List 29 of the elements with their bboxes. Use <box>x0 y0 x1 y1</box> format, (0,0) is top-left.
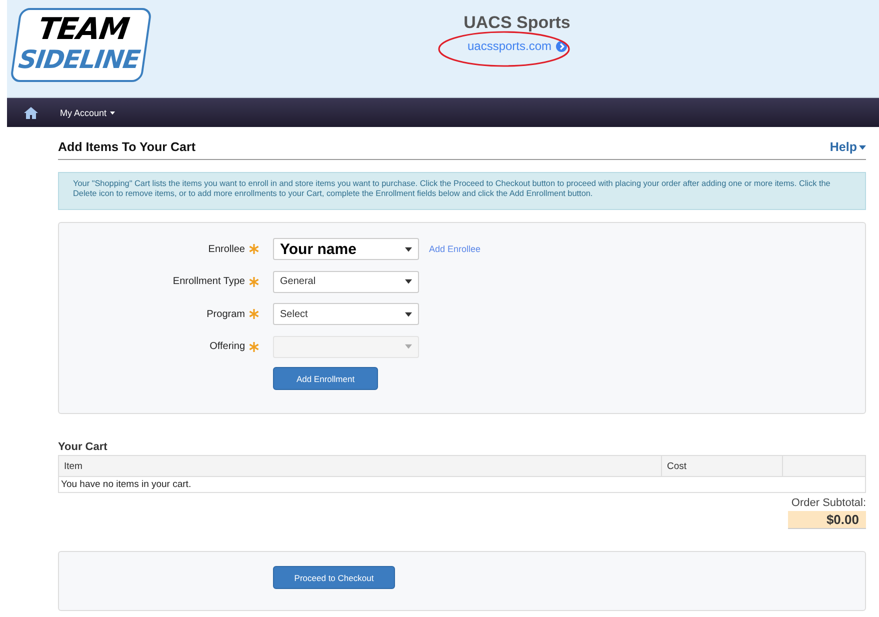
caret-icon <box>405 246 412 252</box>
page-title: Add Items To Your Cart <box>58 140 196 154</box>
info-message: Your "Shopping" Cart lists the items you want to enroll in and store items you want to purchase. Click the Proceed to Checkout button to proceed with placing your order after adding one or more items. Click the Delete icon to remove items, or to add more enrollments to your Cart, complete the Enrollment fields below and click the Add Enrollment button. <box>58 172 866 210</box>
field-label: Offering <box>210 341 246 352</box>
column-header: Cost <box>662 456 782 476</box>
field-label: Enrollment Type <box>172 276 246 288</box>
subtotal-label: Order Subtotal: <box>791 497 866 509</box>
column-header: Item <box>58 456 662 476</box>
help-menu[interactable]: Help <box>830 140 866 154</box>
caret-icon <box>859 144 866 150</box>
caret-icon <box>405 279 412 284</box>
add-enrollee-link[interactable]: Add Enrollee <box>429 244 865 254</box>
add-enrollment-button[interactable]: Add Enrollment <box>273 367 378 390</box>
subtotal-amount: $0.00 <box>788 511 866 529</box>
caret-icon <box>405 312 412 317</box>
dropdown-field[interactable]: Select <box>273 303 419 326</box>
dropdown-field[interactable]: Your name <box>273 238 419 260</box>
organization-name: UACS Sports <box>462 13 572 33</box>
home-icon[interactable] <box>24 106 38 118</box>
caret-icon <box>405 344 412 350</box>
account-menu[interactable]: My Account <box>60 108 115 118</box>
cart-title: Your Cart <box>58 441 108 453</box>
field-label: Enrollee <box>208 244 246 255</box>
logo: TEAM SIDELINE <box>10 8 152 82</box>
dropdown-field[interactable]: General <box>273 270 419 293</box>
arrow-circle-icon <box>556 40 567 52</box>
checkout-button[interactable]: Proceed to Checkout <box>273 566 395 589</box>
empty-cart-message: You have no items in your cart. <box>58 476 866 492</box>
field-label: Program <box>206 308 246 320</box>
